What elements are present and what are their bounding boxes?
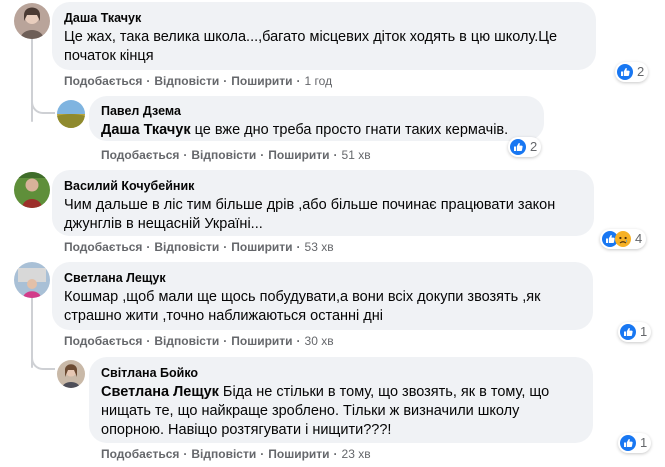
reply-button[interactable]: Відповісти <box>154 74 219 88</box>
comment-actions: Подобається · Відповісти · Поширити · 53 хв <box>64 240 334 254</box>
thread-connector <box>31 356 55 370</box>
comment-timestamp[interactable]: 30 хв <box>305 334 334 348</box>
comment-timestamp[interactable]: 51 хв <box>342 148 371 162</box>
comment-author[interactable]: Василий Кочубейник <box>64 178 582 194</box>
comment-actions: Подобається · Відповісти · Поширити · 30 хв <box>64 334 334 348</box>
reaction-count: 1 <box>640 435 648 450</box>
sad-icon <box>615 231 631 247</box>
avatar[interactable] <box>14 262 50 298</box>
reply-button[interactable]: Відповісти <box>154 334 219 348</box>
reaction-count: 1 <box>640 324 648 339</box>
share-button[interactable]: Поширити <box>231 334 292 348</box>
avatar[interactable] <box>57 100 85 128</box>
reply-button[interactable]: Відповісти <box>191 447 256 461</box>
like-icon <box>510 139 526 155</box>
reaction-summary[interactable]: 2 <box>615 62 649 82</box>
share-button[interactable]: Поширити <box>268 447 329 461</box>
comment-bubble: Светлана Лещук Кошмар ,щоб мали ще щось … <box>52 262 593 330</box>
comment-text: це вже дно треба просто гнати таких керм… <box>190 122 509 138</box>
reaction-count: 2 <box>530 139 538 154</box>
comment-text: Чим дальше в ліс тим більше дрів ,або бі… <box>64 197 556 232</box>
comment-actions: Подобається · Відповісти · Поширити · 51 хв <box>101 148 371 162</box>
mention-link[interactable]: Даша Ткачук <box>101 122 191 138</box>
like-button[interactable]: Подобається <box>101 148 179 162</box>
comment-actions: Подобається · Відповісти · Поширити · 23 хв <box>101 447 371 461</box>
comment-author[interactable]: Светлана Лещук <box>64 270 581 286</box>
reaction-count: 4 <box>635 231 643 246</box>
comment-author[interactable]: Світлана Бойко <box>101 365 581 381</box>
share-button[interactable]: Поширити <box>231 74 292 88</box>
comment-actions: Подобається · Відповісти · Поширити · 1 год <box>64 74 333 88</box>
comment-text: Кошмар ,щоб мали ще щось побудувати,а во… <box>64 289 541 324</box>
share-button[interactable]: Поширити <box>231 240 292 254</box>
reaction-count: 2 <box>637 64 645 79</box>
comment-timestamp[interactable]: 1 год <box>305 74 333 88</box>
like-button[interactable]: Подобається <box>64 334 142 348</box>
comment-author[interactable]: Даша Ткачук <box>64 10 584 26</box>
avatar[interactable] <box>14 172 50 208</box>
like-icon <box>620 435 636 451</box>
comment-bubble: Світлана Бойко Светлана Лещук Біда не ст… <box>89 357 593 443</box>
comment-text: Це жах, така велика школа...,багато місц… <box>64 29 558 64</box>
reaction-summary[interactable]: 1 <box>618 433 652 453</box>
comment-timestamp[interactable]: 23 хв <box>342 447 371 461</box>
share-button[interactable]: Поширити <box>268 148 329 162</box>
comment-timestamp[interactable]: 53 хв <box>305 240 334 254</box>
like-icon <box>620 324 636 340</box>
mention-link[interactable]: Светлана Лещук <box>101 384 219 400</box>
reaction-summary[interactable]: 2 <box>508 137 542 157</box>
comment-bubble: Даша Ткачук Це жах, така велика школа...… <box>52 2 596 70</box>
thread-connector <box>31 100 55 114</box>
avatar[interactable] <box>57 360 85 388</box>
like-icon <box>617 64 633 80</box>
like-button[interactable]: Подобається <box>101 447 179 461</box>
comment-author[interactable]: Павел Дзема <box>101 103 532 119</box>
comment-bubble: Павел Дзема Даша Ткачук це вже дно треба… <box>89 96 544 141</box>
like-button[interactable]: Подобається <box>64 74 142 88</box>
reaction-summary[interactable]: 4 <box>600 229 647 249</box>
like-button[interactable]: Подобається <box>64 240 142 254</box>
reply-button[interactable]: Відповісти <box>154 240 219 254</box>
reaction-summary[interactable]: 1 <box>618 322 652 342</box>
avatar[interactable] <box>14 3 50 39</box>
comment-bubble: Василий Кочубейник Чим дальше в ліс тим … <box>52 170 594 236</box>
reply-button[interactable]: Відповісти <box>191 148 256 162</box>
